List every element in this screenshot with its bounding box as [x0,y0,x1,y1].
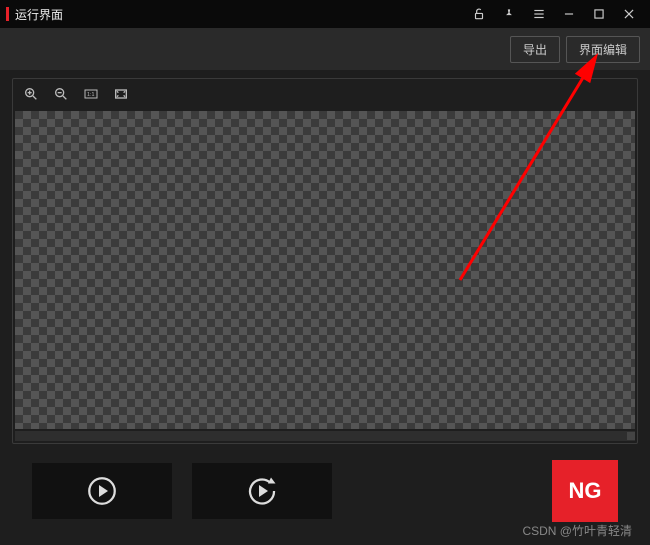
loop-play-button[interactable] [192,463,332,519]
topbar: 导出 界面编辑 [0,28,650,70]
zoom-out-icon[interactable] [51,84,71,104]
status-badge: NG [552,460,618,522]
export-button[interactable]: 导出 [510,36,560,63]
unlock-icon[interactable] [464,0,494,28]
window-title: 运行界面 [15,6,63,23]
minimize-icon[interactable] [554,0,584,28]
zoom-actual-icon[interactable]: 1:1 [81,84,101,104]
watermark: CSDN @竹叶青轻清 [522,522,632,539]
fit-screen-icon[interactable] [111,84,131,104]
svg-text:1:1: 1:1 [87,92,94,98]
canvas-area: 1:1 [12,78,638,444]
title-accent [6,7,9,21]
horizontal-scrollbar[interactable] [15,431,635,441]
canvas-toolbar: 1:1 [13,79,637,109]
bottom-controls: NG [0,448,650,522]
canvas-view[interactable] [15,111,635,429]
close-icon[interactable] [614,0,644,28]
titlebar: 运行界面 [0,0,650,28]
maximize-icon[interactable] [584,0,614,28]
edit-ui-button[interactable]: 界面编辑 [566,36,640,63]
play-button[interactable] [32,463,172,519]
pin-icon[interactable] [494,0,524,28]
zoom-in-icon[interactable] [21,84,41,104]
hamburger-menu-icon[interactable] [524,0,554,28]
